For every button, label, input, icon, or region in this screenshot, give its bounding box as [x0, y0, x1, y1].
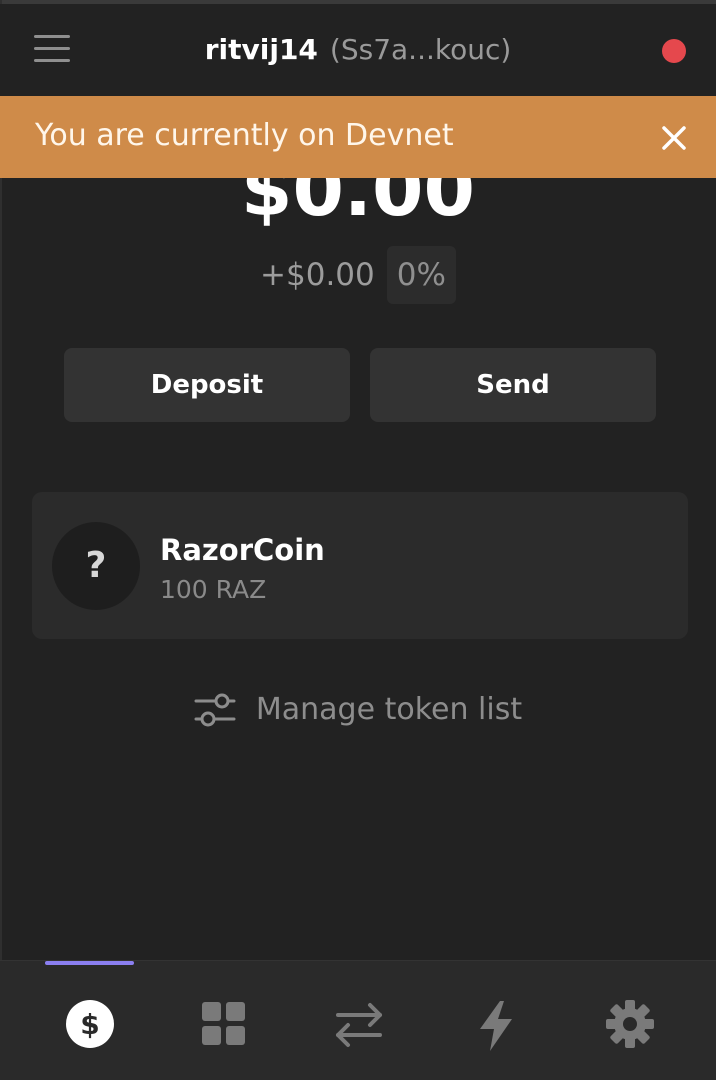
dollar-icon[interactable]: $: [60, 997, 120, 1057]
active-tab-indicator: [45, 961, 134, 965]
deposit-button[interactable]: Deposit: [64, 348, 350, 422]
header: ritvij14 (Ss7a...kouc): [0, 4, 716, 97]
token-amount: 100 RAZ: [160, 575, 267, 604]
wallet-address: (Ss7a...kouc): [329, 33, 512, 66]
svg-text:$: $: [80, 1008, 99, 1041]
wallet-title[interactable]: ritvij14 (Ss7a...kouc): [0, 30, 716, 70]
sliders-icon: [194, 692, 236, 728]
manage-token-list-label: Manage token list: [255, 692, 523, 727]
devnet-banner: You are currently on Devnet: [0, 96, 716, 178]
wallet-name: ritvij14: [204, 33, 318, 66]
connection-status-dot: [662, 39, 686, 63]
gear-icon[interactable]: [600, 997, 660, 1057]
bottom-nav: $: [0, 960, 716, 1080]
wallet-app: ritvij14 (Ss7a...kouc) $0.00 You are curr…: [0, 0, 716, 1080]
token-name: RazorCoin: [160, 533, 325, 567]
token-list-item[interactable]: ? RazorCoin 100 RAZ: [32, 492, 688, 639]
unknown-token-icon: ?: [52, 522, 140, 610]
change-value: +$0.00: [260, 257, 375, 293]
banner-text: You are currently on Devnet: [35, 118, 454, 153]
manage-token-list-button[interactable]: Manage token list: [0, 684, 716, 736]
grid-icon[interactable]: [194, 997, 254, 1057]
change-percent-badge: 0%: [386, 246, 456, 304]
close-icon[interactable]: [658, 122, 690, 154]
swap-arrows-icon[interactable]: [330, 997, 390, 1057]
send-button[interactable]: Send: [370, 348, 656, 422]
lightning-icon[interactable]: [466, 997, 526, 1057]
balance-change: +$0.00 0%: [0, 246, 716, 304]
